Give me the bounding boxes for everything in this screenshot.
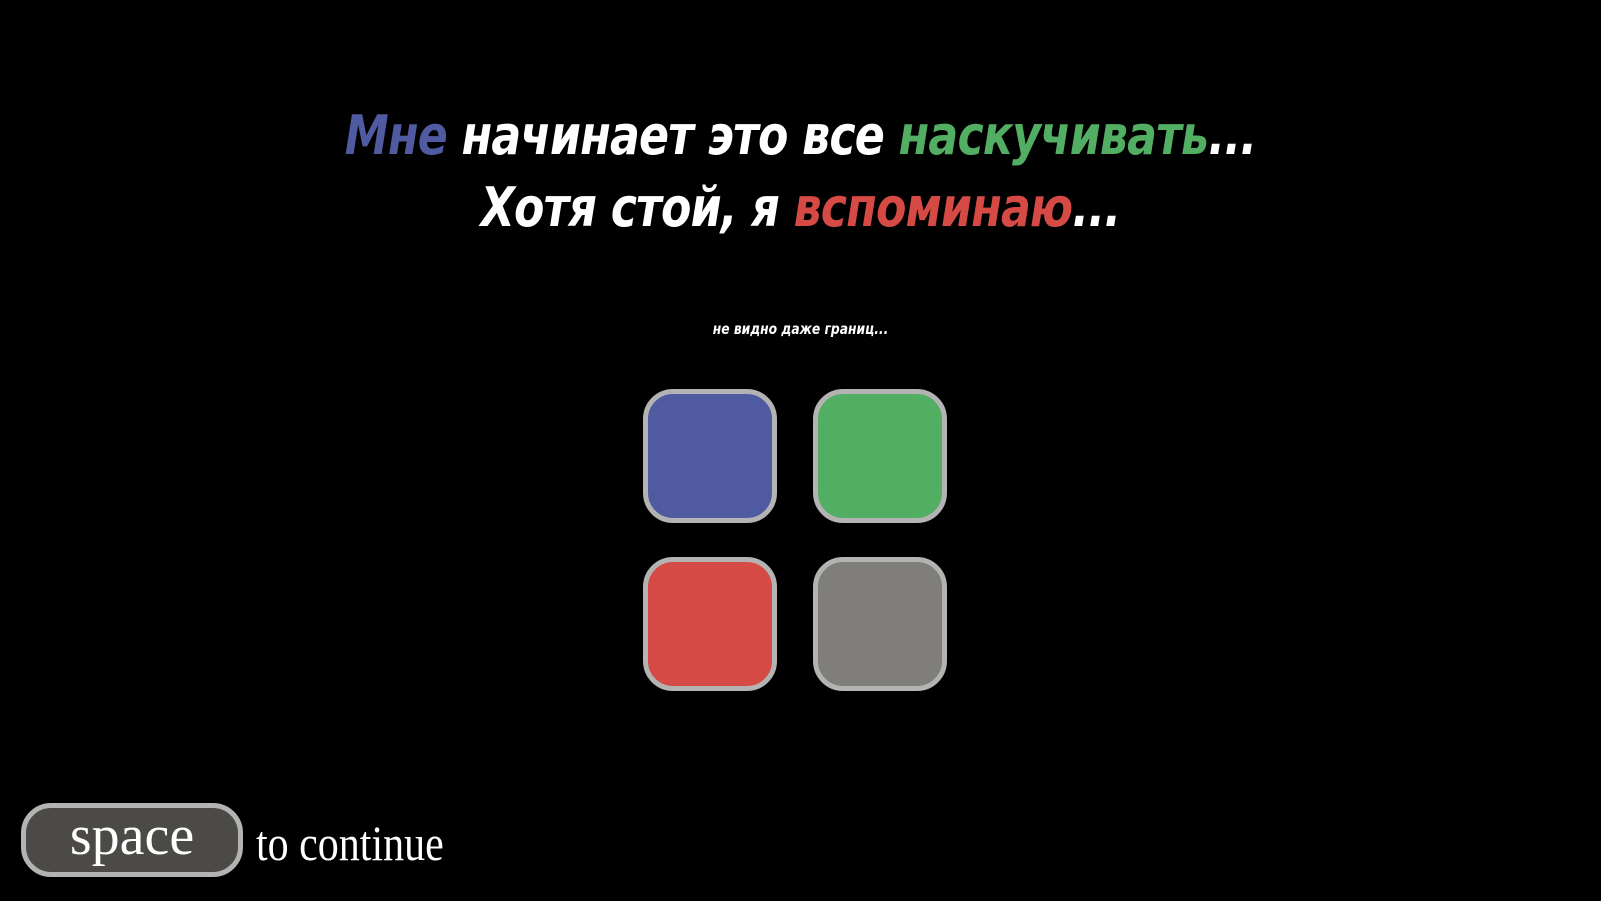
space-key-button[interactable]: space bbox=[21, 803, 243, 877]
dialogue-word-red: вспоминаю bbox=[793, 176, 1073, 239]
dialogue-text: Мне начинает это все наскучивать... Хотя… bbox=[144, 100, 1457, 244]
tile-gray[interactable] bbox=[813, 557, 947, 691]
tile-red[interactable] bbox=[643, 557, 777, 691]
dialogue-ellipsis: ... bbox=[1208, 104, 1257, 167]
dialogue-text-segment: Хотя стой, я bbox=[480, 176, 794, 239]
space-key-label: space bbox=[69, 805, 195, 867]
dialogue-ellipsis: ... bbox=[1072, 176, 1121, 239]
hint-text: не видно даже границ... bbox=[712, 320, 889, 338]
continue-prompt: to continue bbox=[256, 815, 444, 871]
tile-green[interactable] bbox=[813, 389, 947, 523]
tile-blue[interactable] bbox=[643, 389, 777, 523]
dialogue-word-green: наскучивать bbox=[898, 104, 1209, 167]
game-screen: Мне начинает это все наскучивать... Хотя… bbox=[0, 0, 1601, 901]
dialogue-text-segment: начинает это все bbox=[446, 104, 899, 167]
dialogue-line-2: Хотя стой, я вспоминаю... bbox=[144, 172, 1457, 244]
dialogue-word-blue: Мне bbox=[344, 104, 448, 167]
dialogue-line-1: Мне начинает это все наскучивать... bbox=[144, 100, 1457, 172]
